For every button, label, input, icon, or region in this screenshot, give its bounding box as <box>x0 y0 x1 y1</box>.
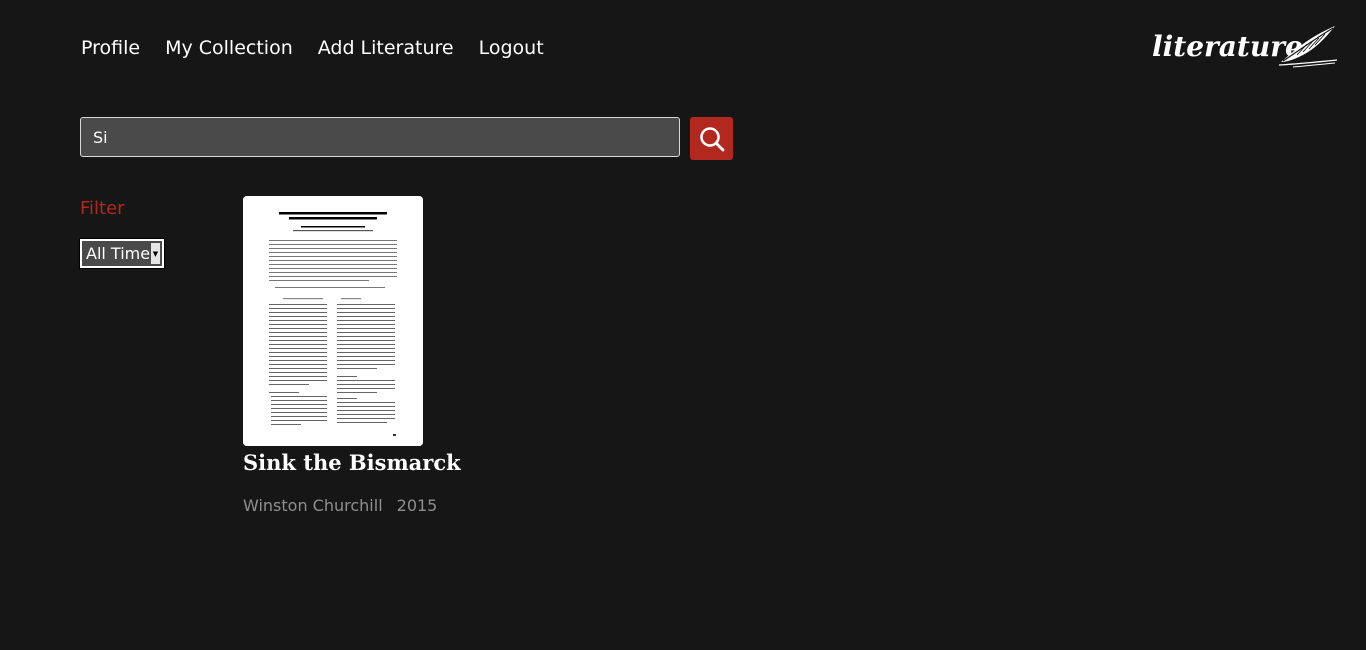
filter-select[interactable]: All Time ▼ <box>79 238 165 269</box>
nav-my-collection-link[interactable]: My Collection <box>165 35 293 61</box>
nav-logout-link[interactable]: Logout <box>479 35 544 61</box>
literature-year: 2015 <box>396 496 438 515</box>
nav-add-literature-link[interactable]: Add Literature <box>318 35 454 61</box>
search-input[interactable] <box>80 117 680 157</box>
top-nav: Profile My Collection Add Literature Log… <box>81 35 544 61</box>
document-thumbnail[interactable] <box>243 196 423 446</box>
search-button[interactable] <box>690 117 733 160</box>
nav-profile-link[interactable]: Profile <box>81 35 140 61</box>
literature-author: Winston Churchill <box>243 496 383 515</box>
literature-card[interactable]: Sink the Bismarck Winston Churchill 2015 <box>243 196 461 515</box>
filter-title: Filter <box>80 198 125 219</box>
logo[interactable]: literature <box>1152 22 1348 72</box>
literature-meta: Winston Churchill 2015 <box>243 496 437 515</box>
search-icon <box>699 126 724 151</box>
chevron-down-icon: ▼ <box>151 243 160 264</box>
literature-title[interactable]: Sink the Bismarck <box>243 450 461 475</box>
filter-selected-value: All Time <box>86 244 151 263</box>
document-page-image <box>243 196 423 446</box>
feather-icon <box>1278 26 1338 68</box>
